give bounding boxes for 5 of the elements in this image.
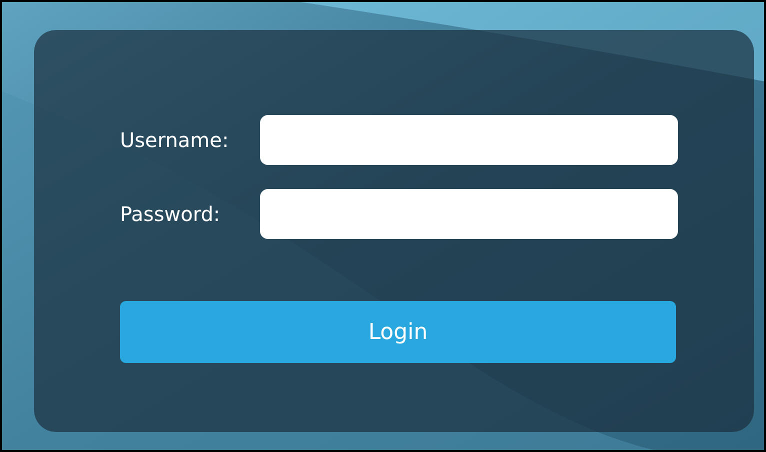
- field-label: Password:: [120, 201, 222, 228]
- input-field[interactable]: [260, 189, 678, 239]
- input-field[interactable]: [260, 115, 678, 165]
- login-button[interactable]: Login: [120, 301, 676, 363]
- field-label: Username:: [120, 127, 230, 154]
